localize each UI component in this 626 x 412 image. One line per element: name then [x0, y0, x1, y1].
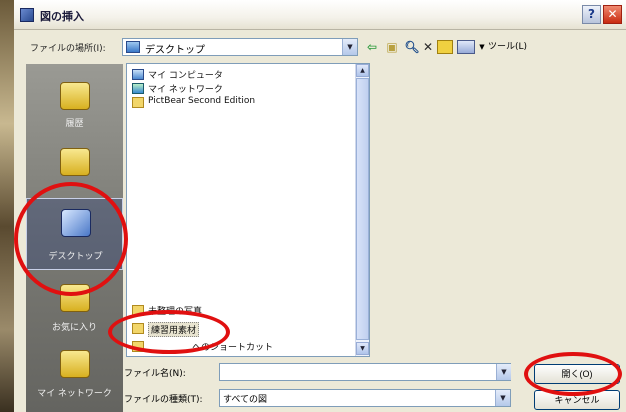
look-in-value: デスクトップ — [145, 45, 205, 56]
file-type-value: すべての図 — [223, 395, 268, 405]
cancel-button[interactable]: キャンセル — [534, 390, 620, 410]
search-web-icon[interactable]: 🔍︎ — [404, 38, 420, 56]
shortcut-icon — [132, 341, 144, 352]
background-photo — [0, 0, 14, 412]
views-chevron-down-icon[interactable]: ▼ — [478, 38, 486, 56]
place-my-network[interactable]: マイ ネットワーク — [26, 346, 123, 406]
folder-icon — [132, 323, 144, 334]
look-in-combo[interactable]: デスクトップ ▼ — [122, 38, 358, 56]
folder-icon — [132, 97, 144, 108]
file-type-label: ファイルの種類(T): — [124, 395, 203, 405]
place-label: 履歴 — [65, 119, 84, 129]
computer-icon — [132, 69, 144, 80]
back-arrow-icon[interactable]: ⇦ — [364, 38, 380, 56]
list-item-label: 練習用素材 — [148, 322, 200, 337]
file-list[interactable]: マイ コンピュータ マイ ネットワーク PictBear Second Edit… — [126, 63, 370, 357]
network-places-icon — [60, 350, 90, 378]
list-item-label: マイ コンピュータ — [148, 71, 223, 81]
file-name-label: ファイル名(N): — [124, 369, 186, 379]
place-label: デスクトップ — [48, 252, 103, 262]
preview-pane — [374, 63, 624, 357]
title-bar: 図の挿入 ? ✕ — [14, 0, 626, 30]
my-documents-icon — [60, 148, 90, 176]
place-history[interactable]: 履歴 — [26, 78, 123, 138]
scroll-thumb[interactable] — [356, 78, 369, 340]
help-button[interactable]: ? — [582, 5, 601, 24]
network-icon — [132, 83, 144, 94]
place-desktop[interactable]: デスクトップ — [26, 198, 123, 270]
scroll-down-icon[interactable]: ▼ — [356, 342, 369, 355]
views-icon[interactable] — [457, 40, 475, 54]
place-label: お気に入り — [51, 323, 97, 333]
desktop-icon — [61, 209, 91, 237]
open-button[interactable]: 開く(O) — [534, 364, 620, 384]
favorites-icon — [60, 284, 90, 312]
place-favorites[interactable]: お気に入り — [26, 282, 123, 342]
close-button[interactable]: ✕ — [603, 5, 622, 24]
vertical-scrollbar[interactable]: ▲ ▼ — [355, 64, 369, 356]
place-label: マイ ネットワーク — [37, 389, 112, 399]
picture-icon — [20, 8, 34, 22]
up-folder-icon[interactable]: ▣ — [384, 38, 400, 56]
places-bar: 履歴 デスクトップ お気に入り マイ ネットワーク — [26, 64, 123, 412]
place-my-documents[interactable] — [26, 144, 123, 204]
file-name-input[interactable] — [219, 363, 511, 381]
dialog-title: 図の挿入 — [40, 10, 84, 23]
list-item-label: ヘのショートカット — [192, 343, 274, 353]
list-item-label: マイ ネットワーク — [148, 85, 223, 95]
tools-menu[interactable]: ツール(L) — [488, 38, 532, 56]
new-folder-icon[interactable] — [437, 40, 453, 54]
file-type-combo[interactable]: すべての図 ▼ — [219, 389, 511, 407]
list-item-label: PictBear Second Edition — [148, 96, 256, 106]
file-name-chevron-down-icon[interactable]: ▼ — [496, 364, 511, 380]
folder-icon — [132, 305, 144, 316]
chevron-down-icon[interactable]: ▼ — [342, 39, 357, 55]
insert-picture-dialog: 図の挿入 ? ✕ ファイルの場所(I): デスクトップ ▼ ⇦ ▣ 🔍︎ ✕ ▼… — [14, 0, 626, 412]
look-in-label: ファイルの場所(I): — [30, 44, 106, 54]
delete-icon[interactable]: ✕ — [421, 38, 435, 56]
scroll-up-icon[interactable]: ▲ — [356, 64, 369, 77]
chevron-down-icon[interactable]: ▼ — [495, 390, 510, 406]
desktop-icon — [126, 41, 140, 53]
list-item-label: 未整理の写真 — [148, 307, 203, 317]
history-icon — [60, 82, 90, 110]
